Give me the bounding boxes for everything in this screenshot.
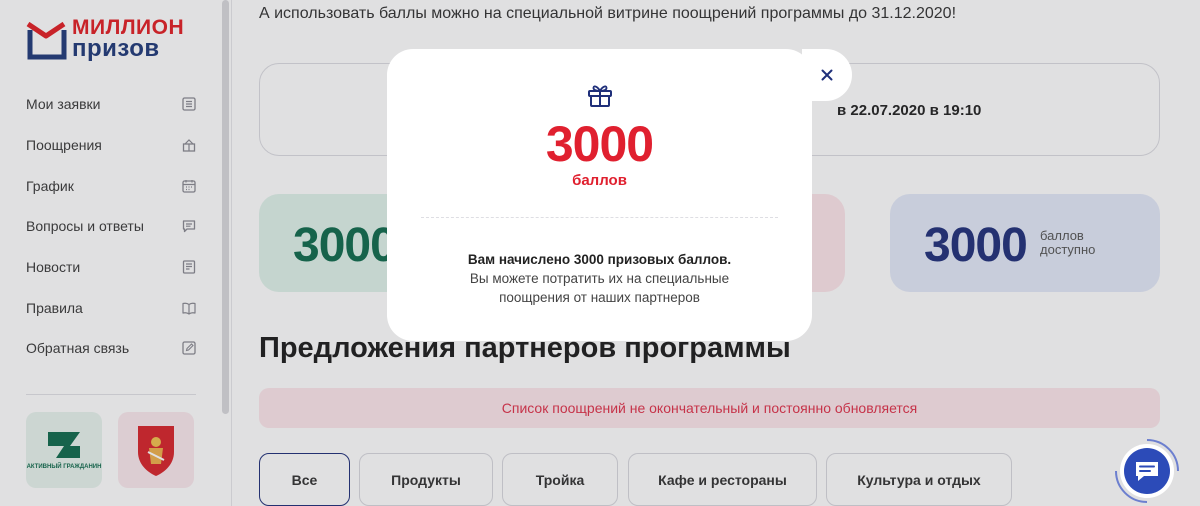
modal-divider	[421, 217, 778, 218]
chat-icon	[1115, 439, 1179, 503]
modal-close-button[interactable]	[802, 49, 852, 101]
modal-message: Вам начислено 3000 призовых баллов. Вы м…	[417, 250, 782, 307]
modal-message-bold: Вам начислено 3000 призовых баллов.	[467, 252, 732, 267]
modal-points-amount: 3000	[545, 116, 654, 172]
points-modal: 3000 баллов Вам начислено 3000 призовых …	[387, 49, 812, 341]
modal-message-line2: Вы можете потратить их на специальные	[469, 271, 730, 286]
close-icon	[821, 69, 833, 81]
modal-message-line3: поощрения от наших партнеров	[499, 290, 700, 305]
modal-points-unit: баллов	[572, 172, 627, 189]
gift-icon	[588, 85, 612, 107]
chat-button[interactable]	[1114, 438, 1180, 504]
